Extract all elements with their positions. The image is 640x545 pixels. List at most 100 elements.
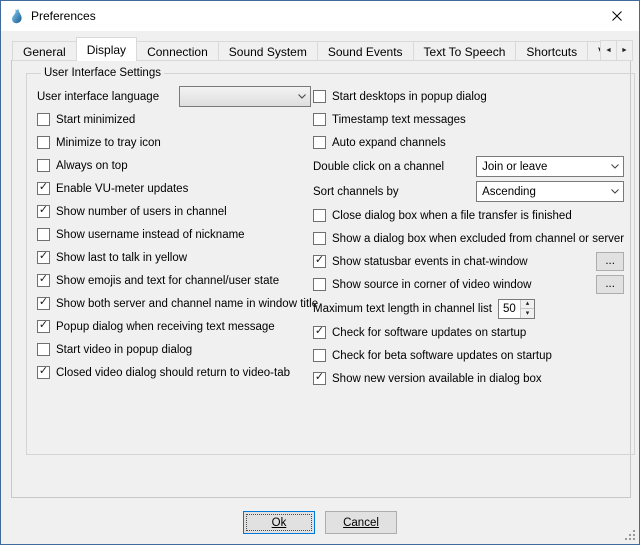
checkbox-check-updates[interactable]: Check for software updates on startup [313, 321, 624, 344]
checkbox-box [313, 90, 326, 103]
max-text-length-row: Maximum text length in channel list 50 ▴… [313, 296, 624, 321]
checkbox-box [37, 228, 50, 241]
spinner-up-icon[interactable]: ▴ [521, 300, 534, 309]
language-row: User interface language [37, 85, 313, 108]
checkbox-start-minimized[interactable]: Start minimized [37, 108, 313, 131]
checkbox-timestamp-messages[interactable]: Timestamp text messages [313, 108, 624, 131]
resize-grip[interactable] [624, 529, 636, 541]
sort-channels-label: Sort channels by [313, 186, 399, 198]
group-title: User Interface Settings [41, 67, 164, 79]
left-column: User interface language Start minimized [37, 85, 313, 390]
cancel-button[interactable]: Cancel [325, 511, 397, 534]
checkbox-label: Minimize to tray icon [56, 137, 161, 149]
checkbox-box [313, 255, 326, 268]
checkbox-desktops-popup[interactable]: Start desktops in popup dialog [313, 85, 624, 108]
checkbox-label: Start video in popup dialog [56, 344, 192, 356]
checkbox-box [313, 232, 326, 245]
checkbox-label: Show emojis and text for channel/user st… [56, 275, 279, 287]
preferences-window: Preferences General Display Connection S… [0, 0, 640, 545]
combobox-value: Join or leave [482, 161, 607, 173]
app-icon [9, 8, 25, 24]
checkbox-label: Show number of users in channel [56, 206, 227, 218]
spinner-value[interactable]: 50 [499, 300, 520, 318]
checkbox-vu-meter-updates[interactable]: Enable VU-meter updates [37, 177, 313, 200]
tab-scroll-right-icon[interactable]: ► [616, 40, 633, 61]
checkbox-statusbar-events[interactable]: Show statusbar events in chat-window [313, 255, 528, 268]
double-click-combobox[interactable]: Join or leave [476, 156, 624, 177]
close-button[interactable] [594, 1, 639, 31]
checkbox-close-on-transfer[interactable]: Close dialog box when a file transfer is… [313, 204, 624, 227]
tab-scroll-buttons: ◄ ► [601, 40, 633, 61]
ok-button[interactable]: Ok [243, 511, 315, 534]
checkbox-server-channel-title[interactable]: Show both server and channel name in win… [37, 292, 313, 315]
statusbar-events-row: Show statusbar events in chat-window ... [313, 250, 624, 273]
sort-channels-row: Sort channels by Ascending [313, 179, 624, 204]
checkbox-video-return-tab[interactable]: Closed video dialog should return to vid… [37, 361, 313, 384]
checkbox-always-on-top[interactable]: Always on top [37, 154, 313, 177]
titlebar[interactable]: Preferences [1, 1, 639, 31]
tab-scroll-left-icon[interactable]: ◄ [600, 40, 617, 61]
checkbox-video-popup[interactable]: Start video in popup dialog [37, 338, 313, 361]
checkbox-box [313, 278, 326, 291]
chevron-down-icon [607, 189, 623, 194]
checkbox-label: Check for beta software updates on start… [332, 350, 552, 362]
cancel-button-label: Cancel [343, 517, 379, 529]
video-source-row: Show source in corner of video window ..… [313, 273, 624, 296]
checkbox-last-talk-yellow[interactable]: Show last to talk in yellow [37, 246, 313, 269]
checkbox-label: Enable VU-meter updates [56, 183, 188, 195]
checkbox-label: Auto expand channels [332, 137, 446, 149]
checkbox-box [37, 297, 50, 310]
checkbox-box [37, 182, 50, 195]
statusbar-events-more-button[interactable]: ... [596, 252, 624, 271]
right-column: Start desktops in popup dialog Timestamp… [313, 85, 624, 390]
spinner-buttons: ▴ ▾ [520, 300, 534, 318]
checkbox-box [37, 251, 50, 264]
checkbox-excluded-dialog[interactable]: Show a dialog box when excluded from cha… [313, 227, 624, 250]
checkbox-label: Show last to talk in yellow [56, 252, 187, 264]
sort-channels-combobox[interactable]: Ascending [476, 181, 624, 202]
checkbox-auto-expand-channels[interactable]: Auto expand channels [313, 131, 624, 154]
checkbox-box [313, 209, 326, 222]
spinner-down-icon[interactable]: ▾ [521, 308, 534, 318]
checkbox-label: Show both server and channel name in win… [56, 298, 318, 310]
checkbox-box [37, 343, 50, 356]
checkbox-label: Show username instead of nickname [56, 229, 245, 241]
tab-general[interactable]: General [12, 41, 77, 61]
checkbox-label: Popup dialog when receiving text message [56, 321, 275, 333]
checkbox-box [37, 320, 50, 333]
language-label: User interface language [37, 91, 159, 103]
language-combobox[interactable] [179, 86, 311, 107]
checkbox-emoji-text-state[interactable]: Show emojis and text for channel/user st… [37, 269, 313, 292]
checkbox-check-beta-updates[interactable]: Check for beta software updates on start… [313, 344, 624, 367]
tab-text-to-speech[interactable]: Text To Speech [413, 41, 517, 61]
checkbox-show-username[interactable]: Show username instead of nickname [37, 223, 313, 246]
checkbox-label: Close dialog box when a file transfer is… [332, 210, 572, 222]
checkbox-box [313, 372, 326, 385]
user-interface-settings-group: User Interface Settings User interface l… [26, 67, 635, 455]
max-text-length-spinner[interactable]: 50 ▴ ▾ [498, 299, 535, 319]
double-click-row: Double click on a channel Join or leave [313, 154, 624, 179]
checkbox-label: Show statusbar events in chat-window [332, 256, 528, 268]
checkbox-label: Timestamp text messages [332, 114, 466, 126]
video-source-more-button[interactable]: ... [596, 275, 624, 294]
checkbox-show-user-count[interactable]: Show number of users in channel [37, 200, 313, 223]
tab-display[interactable]: Display [76, 37, 137, 61]
max-text-length-label: Maximum text length in channel list [313, 303, 492, 315]
checkbox-popup-text-message[interactable]: Popup dialog when receiving text message [37, 315, 313, 338]
tab-sound-events[interactable]: Sound Events [317, 41, 414, 61]
checkbox-label: Show source in corner of video window [332, 279, 531, 291]
checkbox-video-source-corner[interactable]: Show source in corner of video window [313, 278, 531, 291]
checkbox-label: Start desktops in popup dialog [332, 91, 487, 103]
display-tab-page: User Interface Settings User interface l… [11, 60, 631, 498]
tab-shortcuts[interactable]: Shortcuts [515, 41, 588, 61]
checkbox-minimize-to-tray[interactable]: Minimize to tray icon [37, 131, 313, 154]
checkbox-label: Show a dialog box when excluded from cha… [332, 233, 624, 245]
checkbox-new-version-dialog[interactable]: Show new version available in dialog box [313, 367, 624, 390]
close-icon [612, 11, 622, 21]
checkbox-box [313, 326, 326, 339]
tab-sound-system[interactable]: Sound System [218, 41, 318, 61]
checkbox-box [37, 159, 50, 172]
checkbox-box [37, 113, 50, 126]
checkbox-box [313, 113, 326, 126]
tab-connection[interactable]: Connection [136, 41, 219, 61]
